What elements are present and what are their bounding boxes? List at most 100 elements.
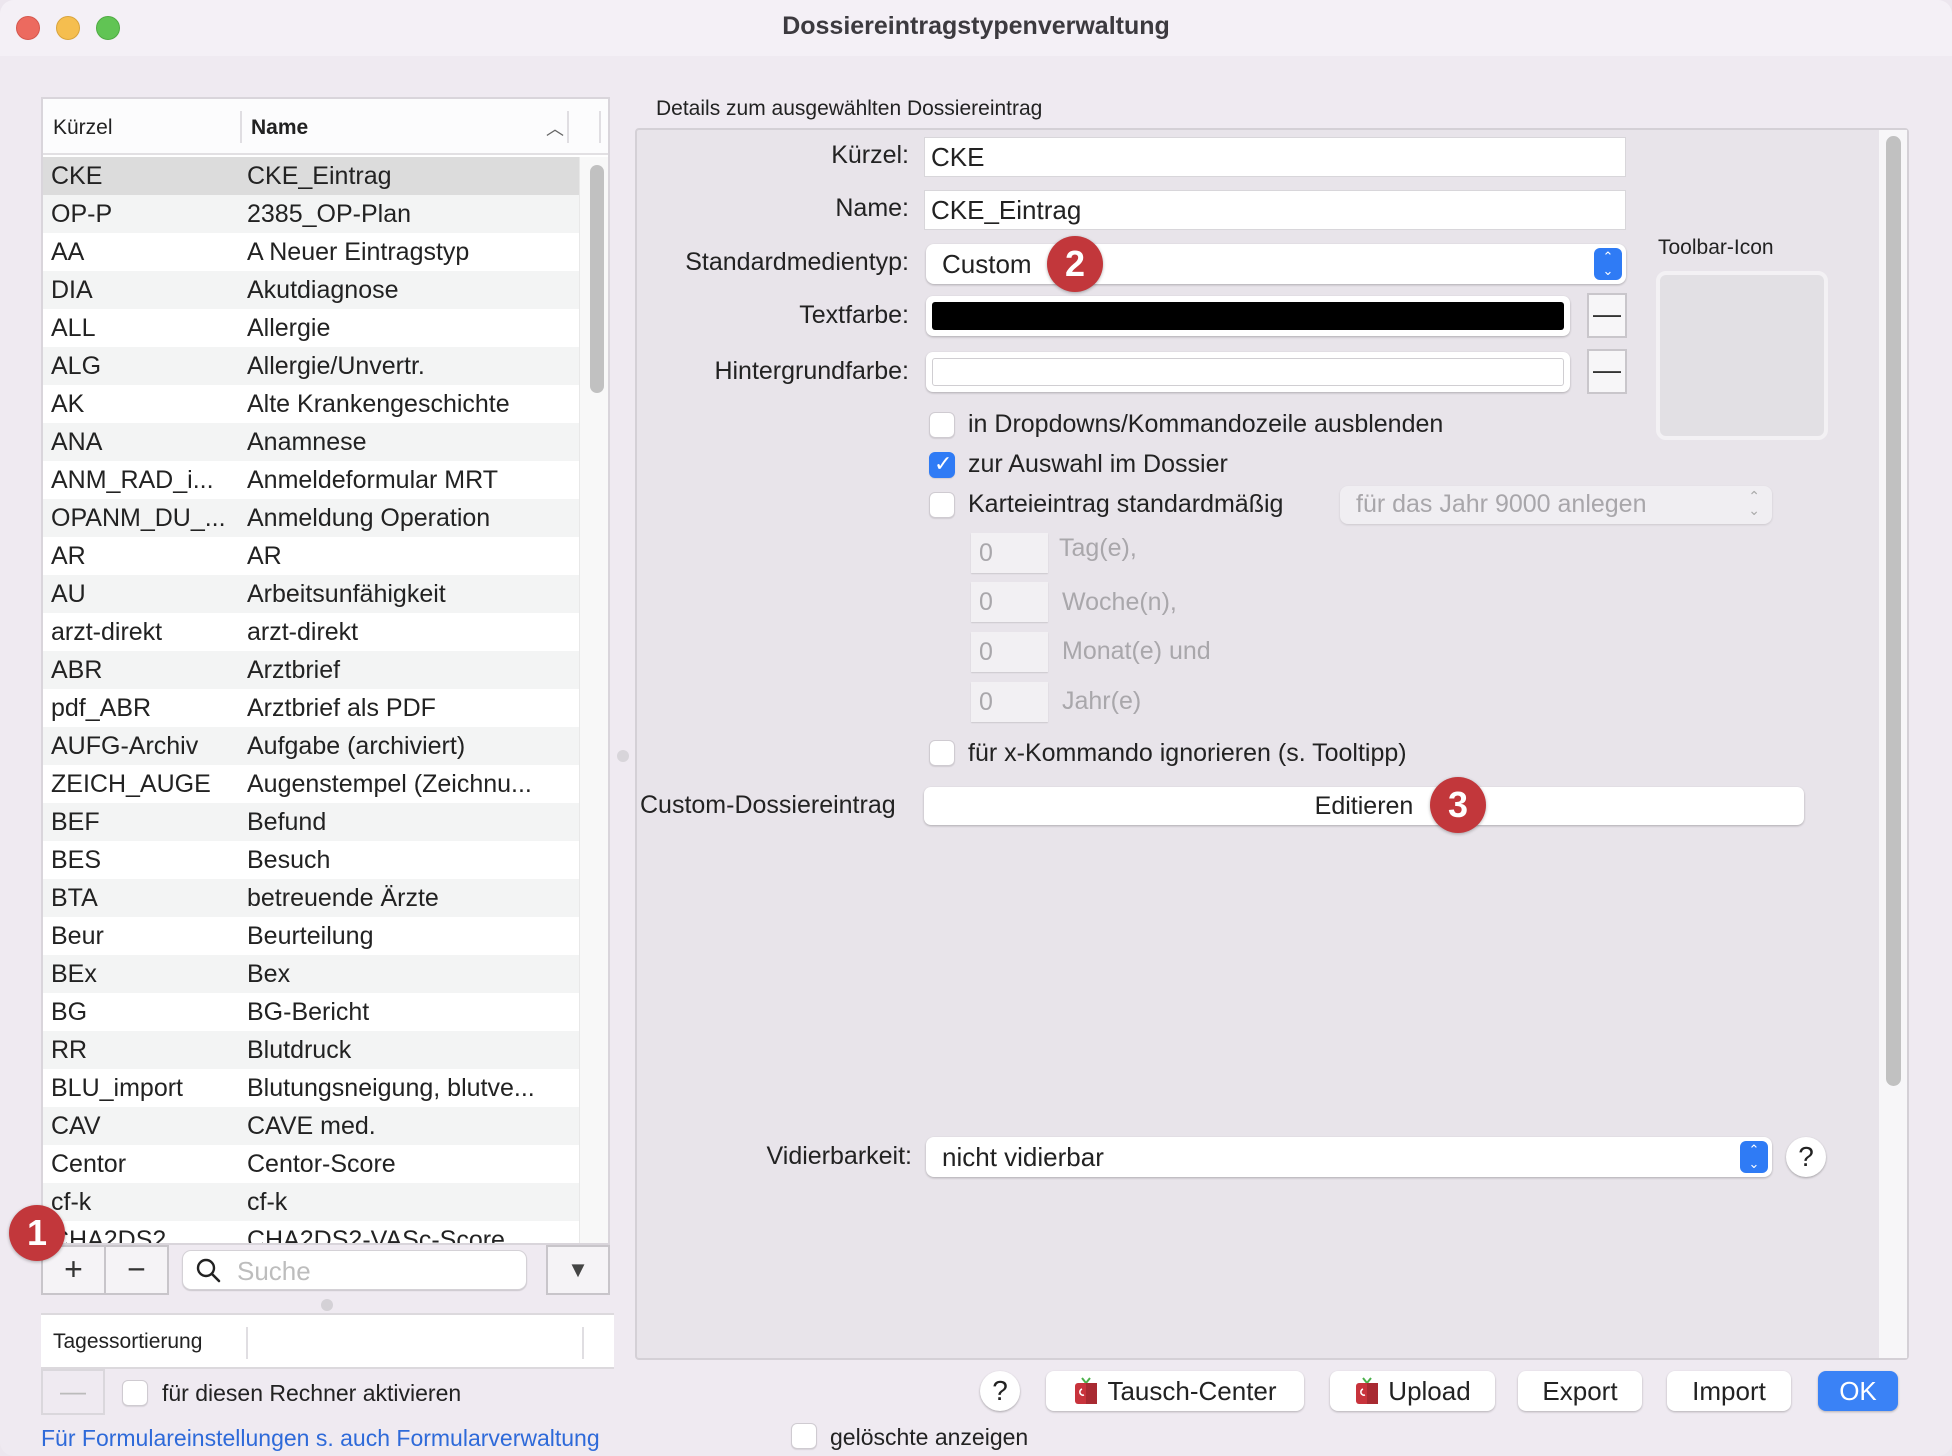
x-kommando-ignore-checkbox[interactable] (929, 740, 955, 766)
column-separator[interactable] (567, 111, 569, 143)
table-row[interactable]: ALG Allergie/Unvertr. (43, 347, 579, 385)
hintergrundfarbe-clear-button[interactable]: — (1587, 349, 1627, 394)
step-badge-2: 2 (1047, 236, 1103, 292)
sort-ascending-icon: ︿ (546, 119, 564, 139)
help-button[interactable]: ? (980, 1371, 1020, 1411)
row-kuerzel: DIA (51, 276, 93, 304)
table-row[interactable]: AR AR (43, 537, 579, 575)
table-row[interactable]: Centor Centor-Score (43, 1145, 579, 1183)
details-scrollbar-thumb[interactable] (1886, 136, 1901, 1086)
search-field[interactable] (182, 1250, 527, 1290)
table-row[interactable]: BG BG-Bericht (43, 993, 579, 1031)
vidierbarkeit-value: nicht vidierbar (942, 1142, 1104, 1172)
search-icon (196, 1258, 221, 1283)
row-kuerzel: AUFG-Archiv (51, 732, 199, 760)
table-row[interactable]: OP-P 2385_OP-Plan (43, 195, 579, 233)
table-row[interactable]: RR Blutdruck (43, 1031, 579, 1069)
import-button[interactable]: Import (1667, 1371, 1791, 1411)
list-scrollbar[interactable] (579, 157, 608, 1243)
table-row[interactable]: arzt-direkt arzt-direkt (43, 613, 579, 651)
table-row[interactable]: ABR Arztbrief (43, 651, 579, 689)
table-row[interactable]: ALL Allergie (43, 309, 579, 347)
table-row[interactable]: OPANM_DU_... Anmeldung Operation (43, 499, 579, 537)
table-row[interactable]: BLU_import Blutungsneigung, blutve... (43, 1069, 579, 1107)
row-kuerzel: ALL (51, 314, 96, 342)
column-header-name[interactable]: Name (251, 116, 308, 140)
table-row[interactable]: AK Alte Krankengeschichte (43, 385, 579, 423)
ok-button[interactable]: OK (1818, 1371, 1898, 1411)
table-row[interactable]: ZEICH_AUGE Augenstempel (Zeichnu... (43, 765, 579, 803)
kuerzel-field[interactable] (924, 137, 1626, 177)
table-row[interactable]: BEF Befund (43, 803, 579, 841)
column-header-kuerzel[interactable]: Kürzel (53, 116, 113, 140)
table-row[interactable]: cf-k cf-k (43, 1183, 579, 1221)
row-kuerzel: ANA (51, 428, 103, 456)
row-name: cf-k (247, 1188, 288, 1216)
row-kuerzel: ZEICH_AUGE (51, 770, 211, 798)
select-in-dossier-checkbox[interactable] (929, 451, 955, 478)
details-group-title: Details zum ausgewählten Dossiereintrag (656, 97, 1043, 120)
formularverwaltung-link[interactable]: Für Formulareinstellungen s. auch Formul… (41, 1425, 600, 1452)
row-kuerzel: AA (51, 238, 85, 266)
tausch-center-label: Tausch-Center (1107, 1376, 1277, 1406)
tagessortierung-header[interactable]: Tagessortierung (53, 1330, 202, 1354)
months-label: Monat(e) und (1062, 637, 1211, 665)
show-deleted-checkbox[interactable] (791, 1423, 817, 1449)
table-row[interactable]: CHA2DS2 CHA2DS2-VASc-Score (43, 1221, 579, 1243)
details-scrollbar[interactable] (1879, 130, 1907, 1358)
medientyp-select[interactable]: Custom ⌃ ⌄ (926, 244, 1626, 284)
table-row[interactable]: BES Besuch (43, 841, 579, 879)
export-button[interactable]: Export (1518, 1371, 1642, 1411)
vidierbarkeit-select[interactable]: nicht vidierbar ⌃ ⌄ (926, 1137, 1772, 1177)
hide-in-dropdowns-label: in Dropdowns/Kommandozeile ausblenden (968, 410, 1444, 438)
table-row[interactable]: CAV CAVE med. (43, 1107, 579, 1145)
table-header: Kürzel Name ︿ (43, 99, 608, 155)
table-row[interactable]: CKE CKE_Eintrag (43, 157, 579, 195)
row-name: Blutungsneigung, blutve... (247, 1074, 535, 1102)
table-row[interactable]: ANA Anamnese (43, 423, 579, 461)
karteieintrag-default-checkbox[interactable] (929, 492, 955, 518)
table-row[interactable]: AA A Neuer Eintragstyp (43, 233, 579, 271)
select-arrows-icon: ⌃ ⌄ (1748, 488, 1760, 518)
row-kuerzel: BEx (51, 960, 97, 988)
table-row[interactable]: BTA betreuende Ärzte (43, 879, 579, 917)
row-kuerzel: OP-P (51, 200, 113, 228)
row-kuerzel: BEF (51, 808, 100, 836)
hide-in-dropdowns-checkbox[interactable] (929, 412, 955, 438)
toolbar-icon-well[interactable] (1656, 271, 1828, 440)
upload-button[interactable]: Upload (1330, 1371, 1495, 1411)
show-deleted-label: gelöschte anzeigen (830, 1424, 1029, 1450)
list-options-menu-button[interactable]: ▼ (546, 1245, 610, 1295)
table-row[interactable]: DIA Akutdiagnose (43, 271, 579, 309)
row-name: Akutdiagnose (247, 276, 399, 304)
row-name: Befund (247, 808, 327, 836)
table-row[interactable]: BEx Bex (43, 955, 579, 993)
vertical-split-handle[interactable] (617, 750, 629, 762)
column-separator[interactable] (240, 111, 242, 143)
table-row[interactable]: ANM_RAD_i... Anmeldeformular MRT (43, 461, 579, 499)
row-name: A Neuer Eintragstyp (247, 238, 470, 266)
table-row[interactable]: pdf_ABR Arztbrief als PDF (43, 689, 579, 727)
tagessortierung-remove-button[interactable]: — (41, 1369, 105, 1415)
table-row[interactable]: Beur Beurteilung (43, 917, 579, 955)
name-field[interactable] (924, 190, 1626, 230)
months-field (971, 632, 1048, 672)
table-row[interactable]: AU Arbeitsunfähigkeit (43, 575, 579, 613)
textfarbe-clear-button[interactable]: — (1587, 293, 1627, 338)
entry-type-table: Kürzel Name ︿ CKE CKE_Eintrag OP-P 2385_OP-… (41, 97, 610, 1245)
tausch-center-icon (1075, 1377, 1098, 1405)
table-row[interactable]: AUFG-Archiv Aufgabe (archiviert) (43, 727, 579, 765)
horizontal-split-handle[interactable] (321, 1299, 333, 1311)
textfarbe-color-well[interactable] (926, 296, 1570, 336)
row-kuerzel: ABR (51, 656, 103, 684)
hintergrundfarbe-color-well[interactable] (926, 352, 1570, 392)
vidierbarkeit-help-button[interactable]: ? (1786, 1137, 1826, 1177)
medientyp-label: Standardmedientyp: (685, 248, 909, 276)
search-input[interactable] (237, 1255, 517, 1287)
row-kuerzel: pdf_ABR (51, 694, 152, 722)
tausch-center-button[interactable]: Tausch-Center (1046, 1371, 1304, 1411)
remove-entry-button[interactable]: − (104, 1245, 169, 1295)
edit-custom-button[interactable]: Editieren (924, 787, 1804, 825)
list-scrollbar-thumb[interactable] (590, 165, 604, 393)
activate-for-computer-checkbox[interactable] (122, 1380, 148, 1406)
